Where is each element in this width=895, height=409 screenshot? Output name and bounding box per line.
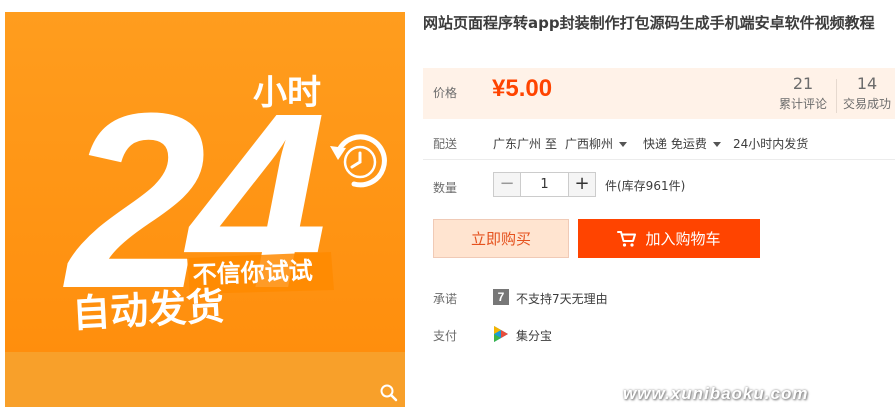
promo-hours: 小时 (253, 73, 321, 113)
price-box: 价格 ¥5.00 21 累计评论 14 交易成功 (423, 68, 895, 119)
price-label: 价格 (433, 86, 458, 100)
sales-count-number: 14 (856, 74, 878, 93)
promise-text[interactable]: 不支持7天无理由 (516, 290, 608, 307)
buy-now-button[interactable]: 立即购买 (433, 219, 569, 258)
payment-label: 支付 (433, 329, 458, 343)
product-image[interactable]: 24 小时 不信你试试 自动发货 (5, 12, 405, 407)
delivery-destination: 广西柳州 (565, 137, 614, 151)
delivery-destination-select[interactable]: 广西柳州 (565, 135, 628, 152)
delivery-method: 快递 免运费 (643, 137, 707, 151)
add-to-cart-label: 加入购物车 (645, 230, 721, 248)
sales-count: 14 交易成功 (839, 75, 895, 113)
sales-count-label: 交易成功 (842, 97, 891, 111)
jifenbao-icon (494, 326, 508, 342)
watermark: www.xunibaoku.com (623, 384, 809, 403)
increase-button[interactable]: + (568, 173, 595, 196)
quantity-label: 数量 (433, 181, 458, 195)
product-title: 网站页面程序转app封装制作打包源码生成手机端安卓软件视频教程 (423, 14, 875, 32)
add-to-cart-button[interactable]: 加入购物车 (578, 219, 760, 258)
quantity-stepper: − + (493, 172, 596, 197)
chevron-down-icon (619, 142, 628, 147)
price-value: ¥5.00 (492, 75, 553, 102)
buy-now-label: 立即购买 (470, 230, 531, 248)
delivery-to-word: 至 (545, 137, 558, 151)
decrease-button[interactable]: − (494, 173, 521, 196)
divider (423, 159, 895, 160)
payment-method[interactable]: 集分宝 (516, 327, 552, 344)
delivery-label: 配送 (433, 137, 458, 151)
stock-text: 件(库存961件) (605, 179, 686, 193)
promo-headline: 自动发货 (71, 284, 225, 336)
promise-label: 承诺 (433, 292, 458, 306)
delivery-from: 广东广州 (493, 137, 542, 151)
cart-icon (617, 230, 637, 247)
review-count-label: 累计评论 (778, 97, 827, 111)
chevron-down-icon (712, 142, 721, 147)
search-icon[interactable] (379, 383, 399, 403)
no-return-icon: 7 (493, 289, 509, 305)
review-count-number: 21 (792, 74, 814, 93)
delivery-method-select[interactable]: 快递 免运费 (643, 135, 721, 152)
quantity-input[interactable] (521, 173, 568, 196)
ship-time: 24小时内发货 (733, 137, 809, 151)
clock-icon (330, 134, 387, 188)
promo-graphic: 24 小时 不信你试试 自动发货 (63, 61, 387, 340)
review-count[interactable]: 21 累计评论 (775, 74, 837, 113)
